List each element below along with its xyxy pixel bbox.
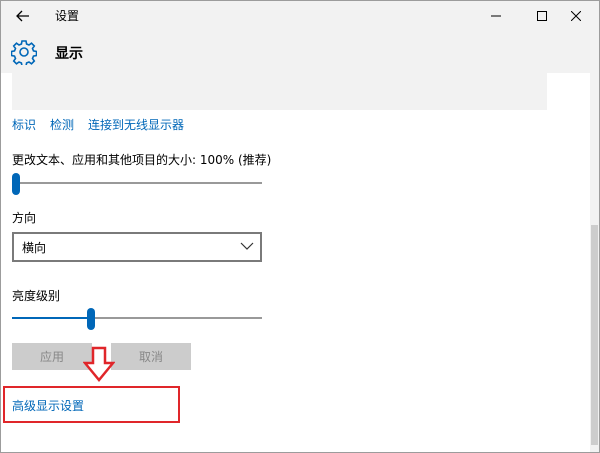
back-arrow-icon <box>16 10 29 22</box>
maximize-icon <box>537 11 547 21</box>
vertical-scrollbar[interactable] <box>590 73 599 452</box>
scale-slider[interactable] <box>12 173 262 195</box>
wireless-display-link[interactable]: 连接到无线显示器 <box>88 118 184 132</box>
page-title: 显示 <box>55 46 83 62</box>
orientation-dropdown[interactable]: 横向 <box>12 232 262 262</box>
orientation-label: 方向 <box>12 211 37 225</box>
scale-label: 更改文本、应用和其他项目的大小: 100% (推荐) <box>12 153 272 167</box>
gear-icon <box>11 40 37 65</box>
arrow-down-annotation-icon <box>83 346 115 382</box>
page-header: 显示 <box>1 31 599 73</box>
close-button[interactable] <box>553 1 599 31</box>
minimize-icon <box>491 15 501 17</box>
scrollbar-thumb[interactable] <box>591 225 598 445</box>
advanced-display-settings-link[interactable]: 高级显示设置 <box>12 397 84 414</box>
close-icon <box>571 11 581 21</box>
scale-slider-thumb[interactable] <box>12 173 20 195</box>
scale-slider-track <box>12 182 262 184</box>
brightness-label: 亮度级别 <box>12 289 61 303</box>
settings-window: 设置 显示 标识 检测 连接到无线显示器 更改文本、应用和其他项目的大小: 10… <box>0 0 600 453</box>
minimize-button[interactable] <box>473 1 519 31</box>
apply-button[interactable]: 应用 <box>12 343 92 370</box>
back-button[interactable] <box>3 1 43 31</box>
brightness-slider-fill <box>12 317 91 319</box>
display-preview-area[interactable] <box>12 73 547 110</box>
orientation-selected: 横向 <box>22 241 47 255</box>
window-title: 设置 <box>55 9 80 23</box>
chevron-down-icon <box>240 242 254 250</box>
identify-link[interactable]: 标识 <box>12 118 36 132</box>
detect-link[interactable]: 检测 <box>50 118 74 132</box>
title-bar: 设置 <box>1 1 599 31</box>
display-links: 标识 检测 连接到无线显示器 <box>12 116 198 133</box>
brightness-slider-thumb[interactable] <box>87 308 95 330</box>
cancel-button[interactable]: 取消 <box>111 343 191 370</box>
brightness-slider[interactable] <box>12 308 262 330</box>
